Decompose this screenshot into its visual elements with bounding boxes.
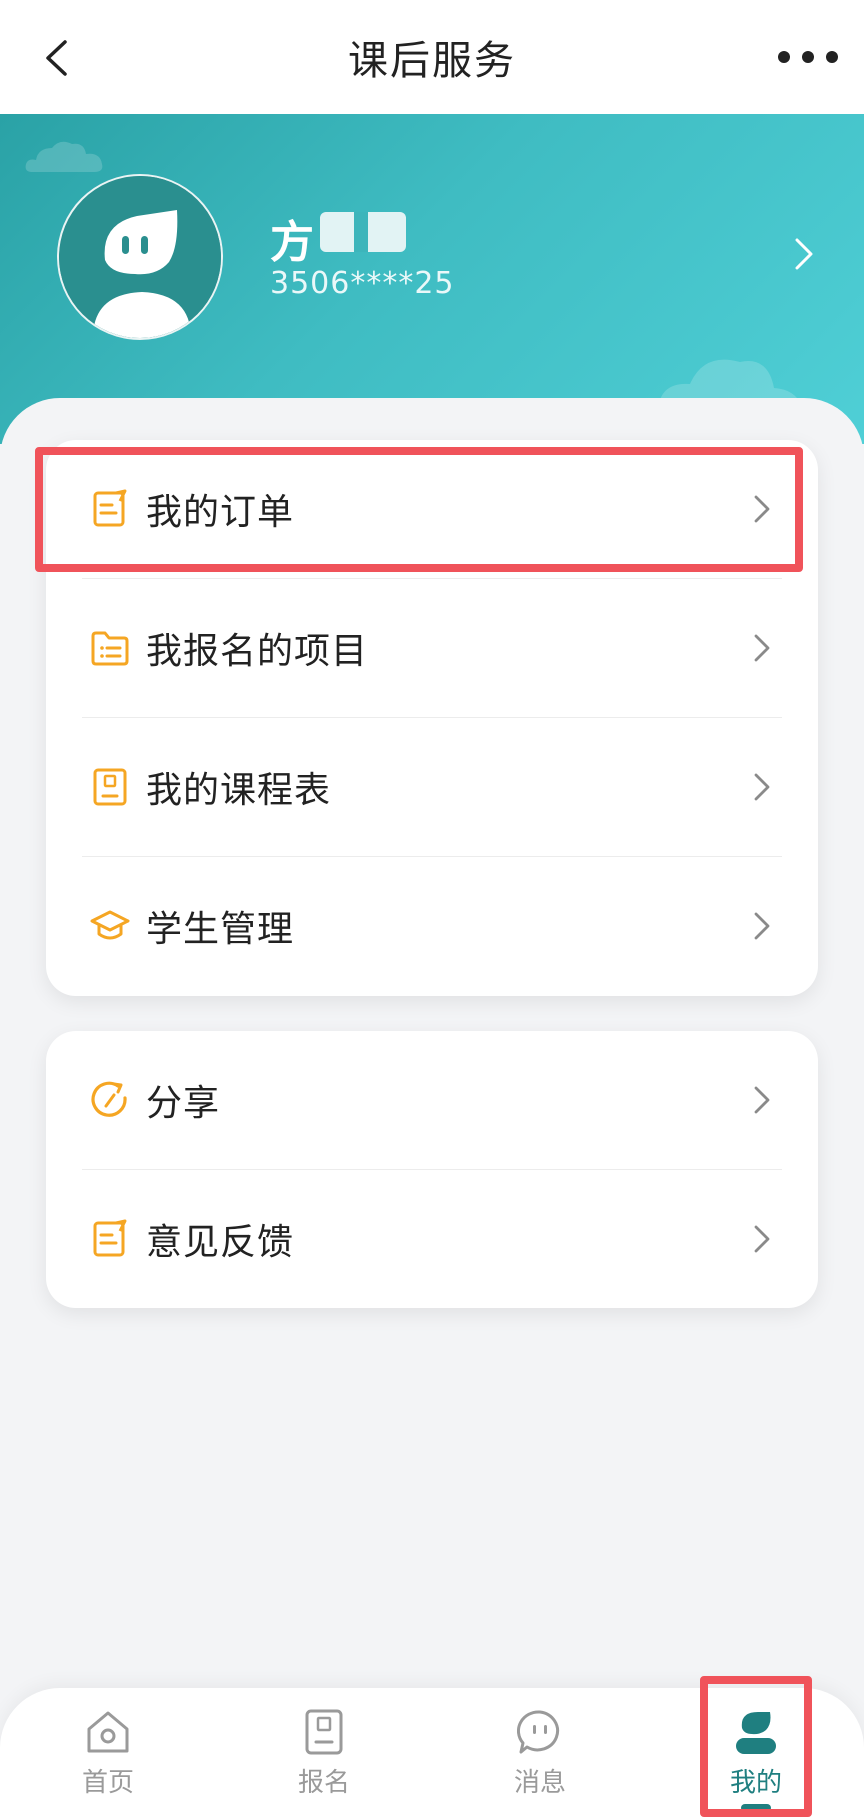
avatar[interactable] [57, 174, 223, 340]
menu-item-label: 意见反馈 [146, 1222, 295, 1263]
back-button[interactable] [36, 38, 76, 78]
graduation-cap-icon [90, 906, 130, 946]
more-dot [826, 51, 838, 63]
feedback-icon [90, 1219, 130, 1259]
bottom-tab-bar: 首页 报名 消息 我的 [0, 1688, 864, 1817]
tab-signup[interactable]: 报名 [264, 1708, 384, 1808]
chevron-left-icon [46, 40, 67, 76]
home-icon [84, 1708, 132, 1756]
top-nav-bar: 课后服务 [0, 0, 864, 114]
menu-item-my-registrations[interactable]: 我报名的项目 [46, 579, 818, 717]
folder-list-icon [90, 628, 130, 668]
menu-item-student-management[interactable]: 学生管理 [46, 857, 818, 995]
menu-item-feedback[interactable]: 意见反馈 [46, 1170, 818, 1308]
tab-label: 消息 [513, 1768, 566, 1798]
message-icon [516, 1708, 564, 1756]
menu-item-my-schedule[interactable]: 我的课程表 [46, 718, 818, 856]
chevron-right-icon [754, 912, 770, 940]
tab-home[interactable]: 首页 [48, 1708, 168, 1808]
menu-item-label: 学生管理 [146, 909, 295, 950]
menu-card-main: 我的订单 我报名的项目 我的课程表 学生管理 [46, 440, 818, 996]
menu-card-secondary: 分享 意见反馈 [46, 1031, 818, 1308]
menu-item-my-orders[interactable]: 我的订单 [46, 440, 818, 578]
cloud-icon [25, 141, 103, 172]
menu-item-label: 我的课程表 [146, 770, 332, 811]
menu-item-label: 分享 [146, 1083, 221, 1124]
user-name: 方 [270, 217, 314, 268]
robot-avatar-icon [59, 176, 221, 338]
schedule-icon [90, 767, 130, 807]
active-tab-indicator [741, 1804, 771, 1812]
chevron-right-icon [754, 1225, 770, 1253]
menu-item-share[interactable]: 分享 [46, 1031, 818, 1169]
chevron-right-icon [754, 1086, 770, 1114]
order-doc-icon [90, 489, 130, 529]
menu-item-label: 我的订单 [146, 492, 295, 533]
user-phone: 3506****25 [270, 266, 455, 301]
more-dot [802, 51, 814, 63]
page-title: 课后服务 [348, 38, 516, 84]
tab-label: 我的 [729, 1768, 782, 1798]
chevron-right-icon [795, 238, 813, 270]
signup-icon [300, 1708, 348, 1756]
more-options-button[interactable] [778, 42, 838, 72]
tab-label: 报名 [297, 1768, 350, 1798]
page: 课后服务 方 3506****25 我的订单 我报名的项目 我的课程表 学生管理… [0, 0, 864, 1817]
tab-mine[interactable]: 我的 [696, 1708, 816, 1808]
share-icon [90, 1080, 130, 1120]
menu-item-label: 我报名的项目 [146, 631, 369, 672]
user-icon [732, 1708, 780, 1756]
chevron-right-icon [754, 634, 770, 662]
profile-banner[interactable]: 方 3506****25 [0, 114, 864, 444]
chevron-right-icon [754, 773, 770, 801]
tab-messages[interactable]: 消息 [480, 1708, 600, 1808]
redacted-name-mask [320, 212, 406, 252]
chevron-right-icon [754, 495, 770, 523]
more-dots-icon [778, 51, 790, 63]
tab-label: 首页 [81, 1768, 134, 1798]
